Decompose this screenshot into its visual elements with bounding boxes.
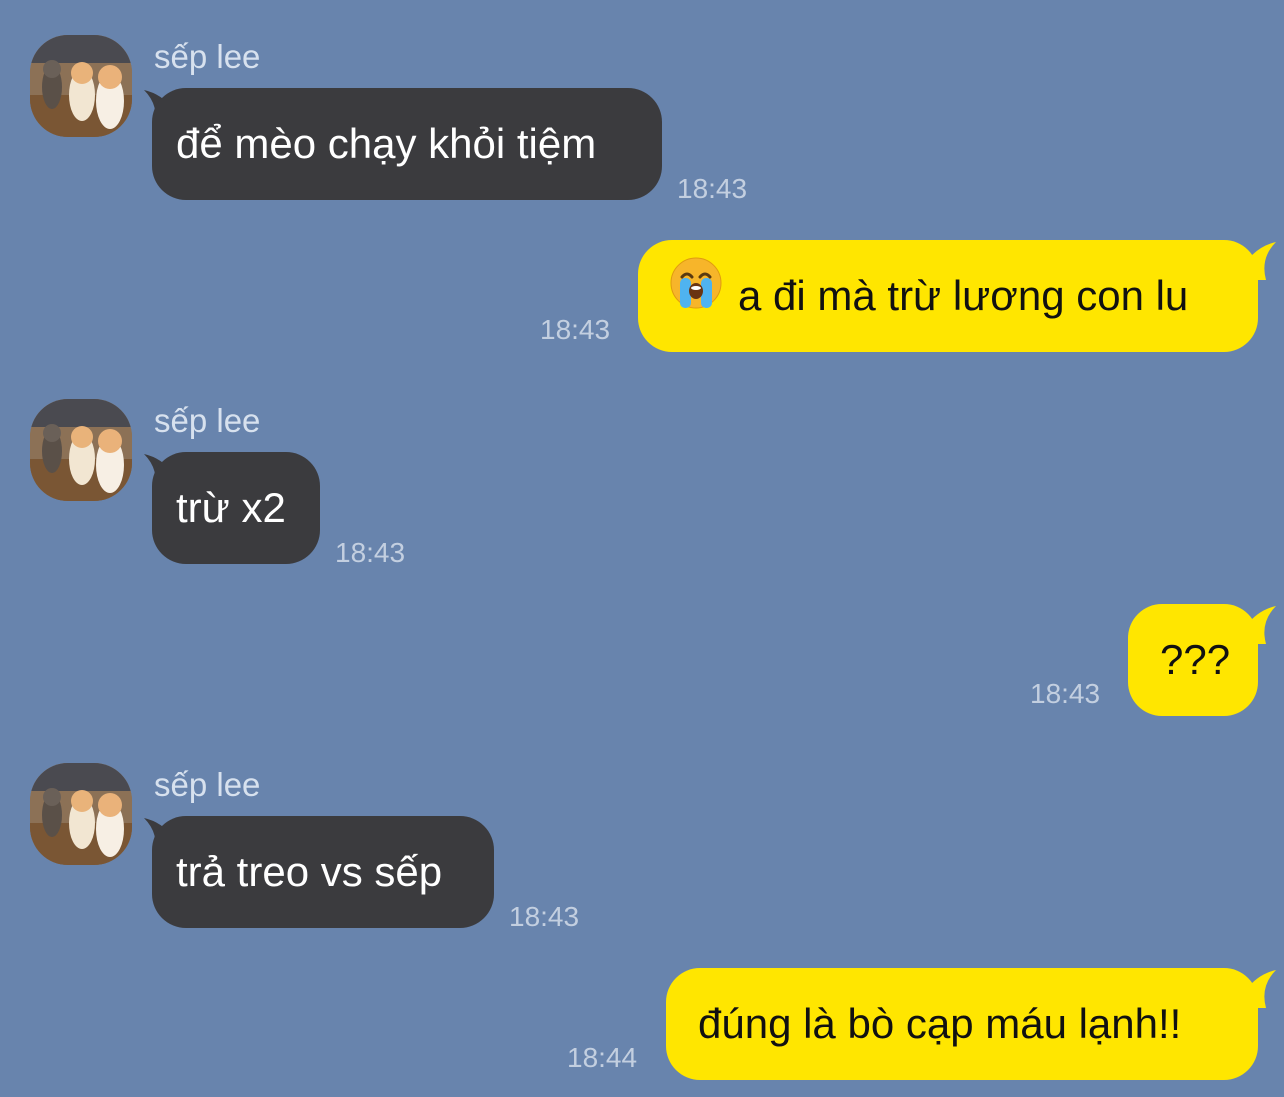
sender-avatar[interactable] [30,399,132,501]
message-timestamp: 18:43 [1030,678,1101,709]
message-text: a đi mà trừ lương con lu [738,272,1189,319]
sender-avatar[interactable] [30,35,132,137]
outgoing-bubble-tail [1246,242,1276,280]
loudly-crying-face-icon [670,239,722,351]
sender-name: sếp lee [154,38,261,75]
message-text: đúng là bò cạp máu lạnh!! [698,1000,1182,1047]
message-timestamp: 18:44 [567,1042,638,1073]
outgoing-bubble-tail [1246,606,1276,644]
sender-name: sếp lee [154,766,261,803]
message-timestamp: 18:43 [335,537,406,568]
message-text: trả treo vs sếp [176,848,443,895]
message-text: để mèo chạy khỏi tiệm [176,120,597,167]
message-timestamp: 18:43 [540,314,611,345]
message-text: trừ x2 [176,484,286,531]
cats-avatar-icon [30,763,132,865]
incoming-message-bubble[interactable]: để mèo chạy khỏi tiệm [152,88,662,200]
message-timestamp: 18:43 [677,173,748,204]
cats-avatar-icon [30,35,132,137]
message-timestamp: 18:43 [509,901,580,932]
incoming-message-bubble[interactable]: trừ x2 [152,452,320,564]
sender-avatar[interactable] [30,763,132,865]
message-text: ??? [1160,636,1231,683]
chat-thread: sếp lee để mèo chạy khỏi tiệm 18:43 18:4… [0,0,1284,1097]
outgoing-bubble-tail [1246,970,1276,1008]
incoming-message-bubble[interactable]: trả treo vs sếp [152,816,494,928]
outgoing-message-bubble[interactable]: a đi mà trừ lương con lu [638,240,1258,352]
sender-name: sếp lee [154,402,261,439]
outgoing-message-bubble[interactable]: đúng là bò cạp máu lạnh!! [666,968,1258,1080]
cats-avatar-icon [30,399,132,501]
